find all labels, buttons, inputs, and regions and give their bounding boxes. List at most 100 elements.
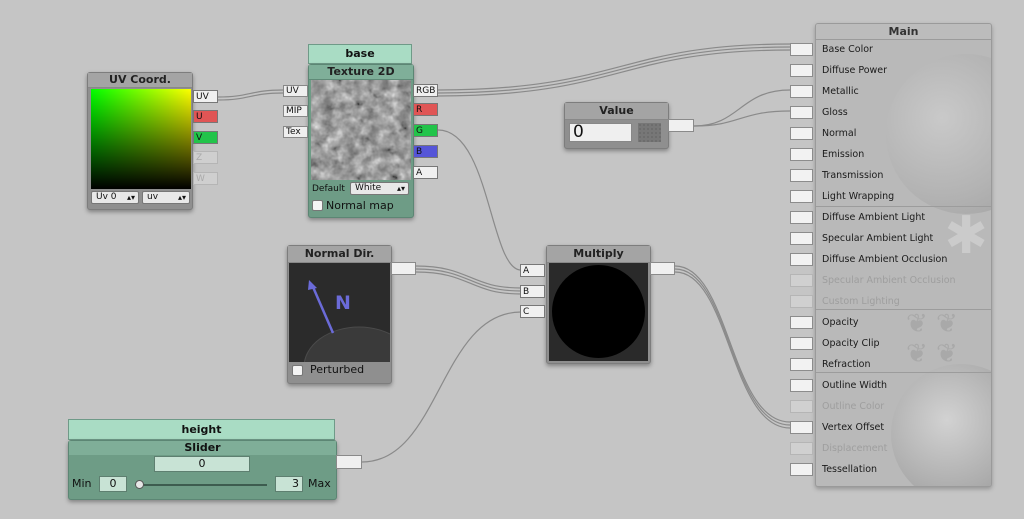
- main-input-row[interactable]: Transmission: [816, 166, 991, 187]
- main-input-port[interactable]: [790, 316, 813, 329]
- default-texture-dropdown[interactable]: White ▴▾: [350, 182, 409, 195]
- main-input-port[interactable]: [790, 442, 813, 455]
- wire-value-to-metallic: [693, 89, 791, 127]
- uv-out-port-w[interactable]: W: [193, 172, 218, 185]
- normal-dir-node[interactable]: Normal Dir. N Perturbed: [287, 245, 392, 384]
- noise-pattern-icon: [311, 80, 411, 180]
- slider-max-field[interactable]: 3: [275, 476, 303, 492]
- value-node[interactable]: Value 0: [564, 102, 669, 149]
- main-input-port[interactable]: [790, 274, 813, 287]
- uv-coord-node[interactable]: UV Coord. Uv 0 ▴▾ uv ▴▾: [87, 72, 193, 210]
- normal-arrow-icon: N: [303, 280, 390, 362]
- main-node[interactable]: Main ✱ ❦ ❦ ❦ ❦ Base Color Diffuse Power Met…: [815, 23, 992, 487]
- main-input-port[interactable]: [790, 85, 813, 98]
- main-input-label: Light Wrapping: [822, 191, 895, 202]
- main-input-port[interactable]: [790, 379, 813, 392]
- slider-node[interactable]: Slider 0 Min 0 3 Max: [68, 440, 337, 500]
- main-input-label: Diffuse Ambient Light: [822, 212, 926, 223]
- uv-gradient-preview: [91, 89, 191, 189]
- texture-out-port-b[interactable]: B: [413, 145, 438, 158]
- texture-out-port-r[interactable]: R: [413, 103, 438, 116]
- default-label: Default: [312, 184, 345, 194]
- main-input-port[interactable]: [790, 127, 813, 140]
- multiply-in-port-a[interactable]: A: [520, 264, 545, 277]
- main-input-label: Refraction: [822, 359, 871, 370]
- multiply-node[interactable]: Multiply: [546, 245, 651, 364]
- slider-name-header[interactable]: height: [68, 419, 335, 440]
- main-input-row[interactable]: Emission: [816, 145, 991, 166]
- main-input-row[interactable]: Base Color: [816, 40, 991, 61]
- texture-in-port-uv[interactable]: UV: [283, 85, 308, 97]
- slider-thumb[interactable]: [135, 480, 144, 489]
- main-input-row[interactable]: Diffuse Ambient Light: [816, 208, 991, 229]
- main-input-port[interactable]: [790, 64, 813, 77]
- multiply-out-port[interactable]: [650, 262, 675, 275]
- main-input-row[interactable]: Outline Width: [816, 376, 991, 397]
- texture-out-port-g[interactable]: G: [413, 124, 438, 137]
- main-input-port[interactable]: [790, 358, 813, 371]
- main-input-label: Diffuse Power: [822, 65, 888, 76]
- main-input-label: Diffuse Ambient Occlusion: [822, 254, 948, 265]
- main-input-row[interactable]: Diffuse Power: [816, 61, 991, 82]
- main-input-port[interactable]: [790, 106, 813, 119]
- main-input-label: Gloss: [822, 107, 848, 118]
- value-input[interactable]: 0: [569, 123, 632, 142]
- perturbed-checkbox[interactable]: [292, 365, 303, 376]
- slider-value-field[interactable]: 0: [154, 456, 250, 472]
- uv-channel-dropdown[interactable]: Uv 0 ▴▾: [91, 191, 139, 204]
- main-input-row[interactable]: Specular Ambient Occlusion: [816, 271, 991, 292]
- normal-dir-preview: N: [289, 263, 390, 362]
- normal-map-checkbox[interactable]: [312, 200, 323, 211]
- main-input-port[interactable]: [790, 421, 813, 434]
- uv-out-port-z[interactable]: Z: [193, 151, 218, 164]
- main-input-label: Outline Color: [822, 401, 885, 412]
- uv-out-port-v[interactable]: V: [193, 131, 218, 144]
- main-input-label: Opacity: [822, 317, 859, 328]
- uv-out-port-u[interactable]: U: [193, 110, 218, 123]
- slider-min-field[interactable]: 0: [99, 476, 127, 492]
- texture-in-port-mip[interactable]: MIP: [283, 105, 308, 117]
- wire-rgb-to-base-color: [437, 43, 791, 91]
- texture-2d-node[interactable]: Texture 2D Default White ▴▾ Normal map: [308, 64, 414, 218]
- uv-type-dropdown[interactable]: uv ▴▾: [142, 191, 190, 204]
- multiply-in-port-b[interactable]: B: [520, 285, 545, 298]
- main-input-row[interactable]: Gloss: [816, 103, 991, 124]
- main-input-row[interactable]: Vertex Offset: [816, 418, 991, 439]
- main-input-label: Displacement: [822, 443, 888, 454]
- main-input-port[interactable]: [790, 232, 813, 245]
- texture-out-port-rgb[interactable]: RGB: [413, 84, 438, 97]
- slider-track[interactable]: [135, 480, 267, 489]
- slider-out-port[interactable]: [336, 455, 362, 469]
- main-input-row[interactable]: Light Wrapping: [816, 187, 991, 208]
- main-input-row[interactable]: Specular Ambient Light: [816, 229, 991, 250]
- main-input-row[interactable]: Diffuse Ambient Occlusion: [816, 250, 991, 271]
- main-input-row[interactable]: Displacement: [816, 439, 991, 460]
- main-input-port[interactable]: [790, 43, 813, 56]
- default-texture-value: White: [355, 183, 382, 193]
- main-input-port[interactable]: [790, 295, 813, 308]
- uv-out-port-uv[interactable]: UV: [193, 90, 218, 103]
- texture-in-port-tex[interactable]: Tex: [283, 126, 308, 138]
- perturbed-label: Perturbed: [310, 363, 365, 376]
- main-input-row[interactable]: Tessellation: [816, 460, 991, 481]
- main-input-port[interactable]: [790, 169, 813, 182]
- main-input-port[interactable]: [790, 190, 813, 203]
- main-input-row[interactable]: Opacity Clip: [816, 334, 991, 355]
- main-input-row[interactable]: Normal: [816, 124, 991, 145]
- main-input-label: Custom Lighting: [822, 296, 900, 307]
- main-input-port[interactable]: [790, 337, 813, 350]
- main-input-port[interactable]: [790, 400, 813, 413]
- main-input-row[interactable]: Outline Color: [816, 397, 991, 418]
- main-input-port[interactable]: [790, 211, 813, 224]
- main-input-row[interactable]: Opacity: [816, 313, 991, 334]
- main-input-port[interactable]: [790, 148, 813, 161]
- main-input-port[interactable]: [790, 253, 813, 266]
- normal-out-port[interactable]: [391, 262, 416, 275]
- main-input-port[interactable]: [790, 463, 813, 476]
- multiply-in-port-c[interactable]: C: [520, 305, 545, 318]
- texture-out-port-a[interactable]: A: [413, 166, 438, 179]
- value-out-port[interactable]: [668, 119, 694, 132]
- texture-name-header[interactable]: base: [308, 44, 412, 64]
- main-input-row[interactable]: Metallic: [816, 82, 991, 103]
- sphere-icon: [552, 265, 645, 358]
